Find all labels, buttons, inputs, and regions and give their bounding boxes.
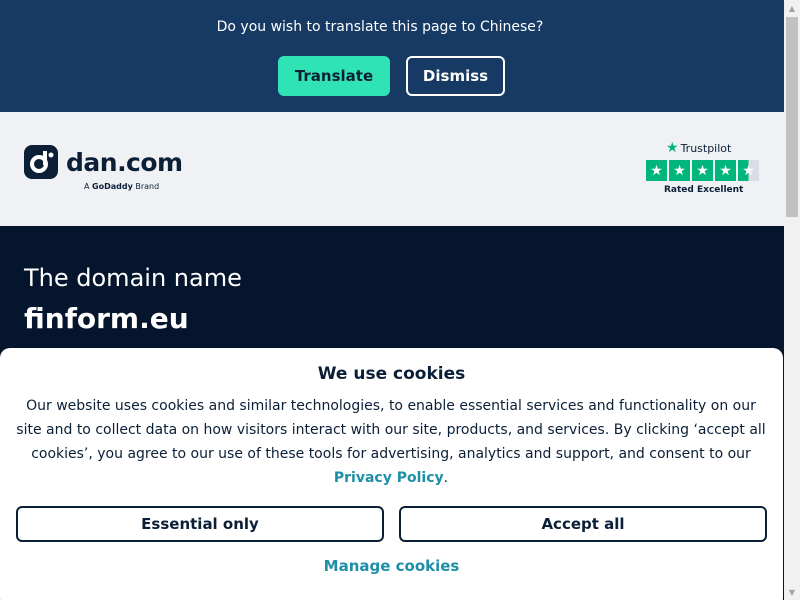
translate-bar: Do you wish to translate this page to Ch…: [0, 0, 784, 112]
star-icon: ★: [715, 160, 736, 181]
logo-text[interactable]: dan.com: [66, 148, 183, 177]
star-icon: ★: [669, 160, 690, 181]
trustpilot-star-icon: ★: [666, 140, 679, 156]
privacy-policy-link[interactable]: Privacy Policy: [334, 470, 444, 486]
cookie-body: Our website uses cookies and similar tec…: [12, 394, 770, 490]
translate-button[interactable]: Translate: [278, 56, 390, 96]
scroll-down-arrow-icon[interactable]: ▼: [784, 584, 800, 600]
scrollbar-thumb[interactable]: [786, 17, 798, 217]
essential-only-button[interactable]: Essential only: [16, 506, 384, 542]
page: Do you wish to translate this page to Ch…: [0, 0, 784, 600]
trustpilot-widget[interactable]: ★ Trustpilot ★ ★ ★ ★ ★ Rated Excellent: [646, 140, 760, 200]
godaddy-wordmark: GoDaddy: [92, 182, 133, 191]
cookie-body-text: Our website uses cookies and similar tec…: [16, 398, 766, 462]
vertical-scrollbar[interactable]: ▲ ▼: [784, 0, 800, 600]
trustpilot-stars: ★ ★ ★ ★ ★: [646, 160, 759, 181]
half-star-icon: ★: [738, 160, 759, 181]
site-header: dan.com A GoDaddy Brand ★ Trustpilot ★ ★…: [0, 112, 784, 226]
trustpilot-brand-label: Trustpilot: [680, 141, 732, 155]
cookie-dialog: We use cookies Our website uses cookies …: [0, 348, 783, 600]
star-icon: ★: [692, 160, 713, 181]
star-icon: ★: [646, 160, 667, 181]
logo-subtitle: A GoDaddy Brand: [84, 182, 159, 191]
logo-sub-suffix: Brand: [135, 182, 160, 191]
domain-name: finform.eu: [24, 302, 189, 335]
accept-all-button[interactable]: Accept all: [399, 506, 767, 542]
dismiss-button[interactable]: Dismiss: [406, 56, 505, 96]
dan-logo-icon[interactable]: [24, 145, 58, 179]
logo-sub-prefix: A: [84, 182, 90, 191]
hero-label: The domain name: [24, 264, 242, 292]
scroll-up-arrow-icon[interactable]: ▲: [784, 0, 800, 16]
trustpilot-brand: ★ Trustpilot: [666, 140, 731, 156]
manage-cookies-link[interactable]: Manage cookies: [0, 557, 783, 575]
cookie-title: We use cookies: [317, 364, 466, 384]
cookie-body-end: .: [443, 470, 449, 486]
translate-question: Do you wish to translate this page to Ch…: [216, 19, 544, 35]
trustpilot-rating: Rated Excellent: [664, 185, 744, 195]
